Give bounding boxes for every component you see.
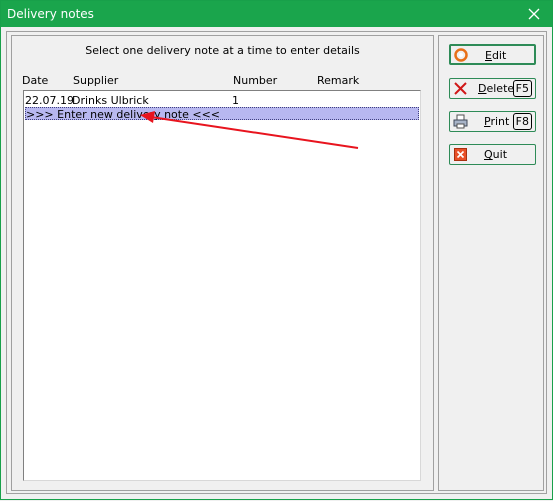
column-header-date[interactable]: Date xyxy=(22,74,48,87)
print-label: Print xyxy=(484,115,510,128)
column-header-remark[interactable]: Remark xyxy=(317,74,359,87)
delivery-notes-list[interactable]: 22.07.19 Drinks Ulbrick 1 >>> Enter new … xyxy=(23,90,421,481)
row-supplier: Drinks Ulbrick xyxy=(72,94,149,107)
action-buttons-panel: Edit Delete F5 Print F8 Quit xyxy=(438,35,544,491)
row-number: 1 xyxy=(232,94,239,107)
title-bar[interactable]: Delivery notes xyxy=(1,1,552,27)
list-item[interactable]: 22.07.19 Drinks Ulbrick 1 xyxy=(25,94,419,107)
new-delivery-note-row[interactable]: >>> Enter new delivery note <<< xyxy=(25,107,419,121)
delivery-list-panel: Select one delivery note at a time to en… xyxy=(11,35,434,491)
quit-icon xyxy=(454,148,467,161)
edit-label: Edit xyxy=(485,49,507,62)
delete-icon xyxy=(454,82,467,95)
edit-icon xyxy=(454,48,468,62)
column-header-number[interactable]: Number xyxy=(233,74,277,87)
print-shortcut-badge: F8 xyxy=(512,113,532,130)
row-date: 22.07.19 xyxy=(25,94,74,107)
quit-label: Quit xyxy=(484,148,508,161)
quit-button[interactable]: Quit xyxy=(449,144,536,165)
new-entry-label: >>> Enter new delivery note <<< xyxy=(26,108,220,121)
close-icon xyxy=(528,8,540,20)
close-button[interactable] xyxy=(520,3,548,25)
delete-button[interactable]: Delete F5 xyxy=(449,78,536,99)
column-header-supplier[interactable]: Supplier xyxy=(73,74,118,87)
edit-button[interactable]: Edit xyxy=(449,44,536,65)
print-button[interactable]: Print F8 xyxy=(449,111,536,132)
delivery-notes-window: Delivery notes Select one delivery note … xyxy=(0,0,553,500)
delete-label: Delete xyxy=(478,82,515,95)
instruction-text: Select one delivery note at a time to en… xyxy=(85,44,360,57)
window-title: Delivery notes xyxy=(7,7,94,21)
printer-icon xyxy=(453,114,468,129)
delete-shortcut-badge: F5 xyxy=(512,80,532,97)
